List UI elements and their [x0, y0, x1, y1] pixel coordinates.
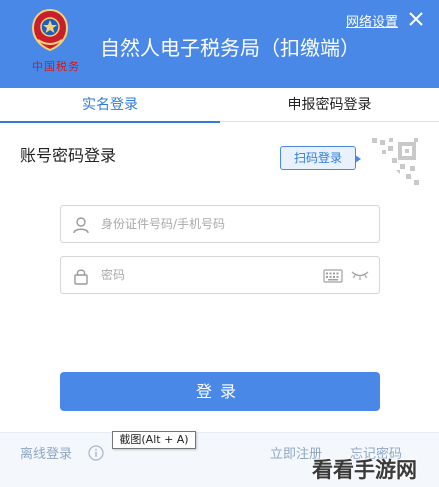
app-header: 中国税务 自然人电子税务局（扣缴端） 网络设置 [0, 0, 439, 88]
tab-real-name-login[interactable]: 实名登录 [0, 88, 220, 123]
keyboard-icon[interactable] [323, 268, 343, 284]
qr-code-icon[interactable] [362, 136, 422, 196]
password-input[interactable] [101, 263, 311, 287]
tax-emblem-icon [31, 8, 69, 52]
login-button[interactable]: 登录 [60, 372, 380, 411]
username-input[interactable] [101, 212, 311, 236]
tab-declaration-password-login[interactable]: 申报密码登录 [220, 88, 439, 122]
eye-closed-icon[interactable] [351, 269, 369, 281]
lock-icon [74, 269, 88, 285]
screenshot-tooltip: 截图(Alt + A) [112, 431, 196, 449]
user-icon [73, 217, 89, 234]
password-field [60, 256, 380, 294]
form-title: 账号密码登录 [20, 146, 117, 165]
scan-login-button[interactable]: 扫码登录 [280, 146, 361, 170]
app-title: 自然人电子税务局（扣缴端） [100, 36, 360, 60]
info-icon[interactable] [88, 445, 104, 461]
username-field [60, 205, 380, 243]
network-settings-link[interactable]: 网络设置 [346, 11, 398, 30]
emblem-script-text: 中国税务 [32, 60, 80, 73]
offline-login-link[interactable]: 离线登录 [20, 443, 72, 462]
login-tabs: 实名登录 申报密码登录 [0, 88, 439, 123]
close-icon[interactable] [405, 8, 427, 30]
watermark-text: 看看手游网 [312, 458, 417, 482]
